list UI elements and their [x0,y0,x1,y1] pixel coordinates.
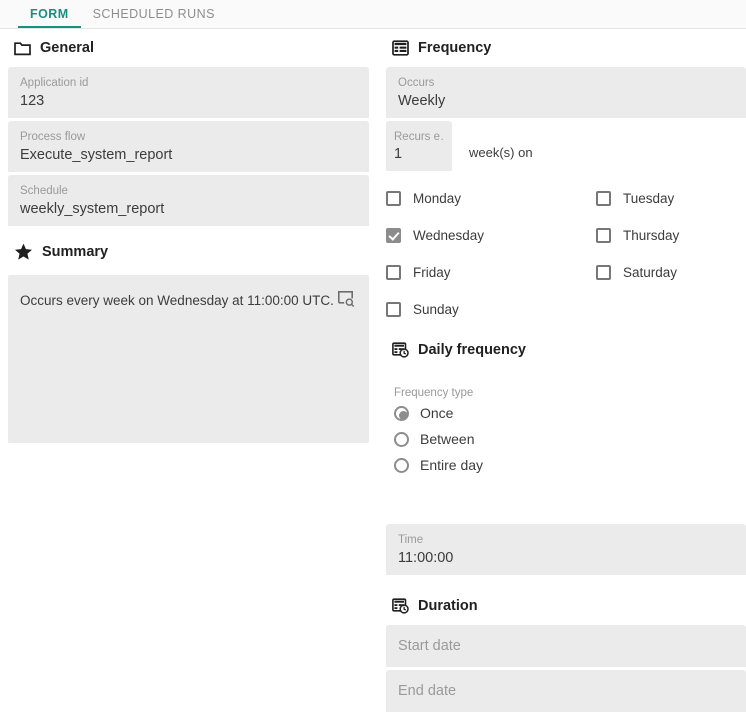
occurs-value: Weekly [398,93,446,109]
checkbox-friday-box[interactable] [386,265,401,280]
end-date-placeholder: End date [398,683,457,699]
application-id-value: 123 [20,93,45,109]
tab-scheduled-runs[interactable]: SCHEDULED RUNS [81,0,227,28]
application-id-label: Application id [20,77,89,89]
radio-entire-day-box[interactable] [394,457,409,473]
summary-text: Occurs every week on Wednesday at 11:00:… [20,293,334,308]
application-id-field[interactable]: Application id 123 [8,67,369,118]
recurs-every-label: Recurs e… [394,131,444,143]
schedule-clock-icon [392,598,409,614]
checkbox-tuesday[interactable]: Tuesday [596,191,746,206]
start-date-field[interactable]: Start date [386,625,746,667]
start-date-placeholder: Start date [398,638,461,654]
checkbox-sunday-box[interactable] [386,302,401,317]
radio-once[interactable]: Once [386,400,746,426]
time-value: 11:00:00 [398,550,454,566]
occurs-field[interactable]: Occurs Weekly [386,67,746,118]
end-date-field[interactable]: End date [386,670,746,712]
general-heading: General [40,40,94,56]
recurs-suffix-label: week(s) on [469,145,533,160]
table-icon [392,40,409,56]
recurs-every-field[interactable]: Recurs e… 1 [386,121,452,171]
checkbox-saturday-label: Saturday [623,265,678,280]
tab-bar: FORM SCHEDULED RUNS [0,0,746,29]
radio-between-label: Between [420,431,475,447]
checkbox-tuesday-box[interactable] [596,191,611,206]
form-body: General Application id 123 Process flow … [0,29,746,712]
right-column: Frequency Occurs Weekly Recurs e… 1 week… [386,29,746,715]
process-flow-value: Execute_system_report [20,147,173,163]
daily-frequency-heading: Daily frequency [418,342,526,358]
star-icon [14,243,33,261]
frequency-section-header: Frequency [386,29,746,67]
daily-frequency-section-header: Daily frequency [386,331,746,369]
process-flow-label: Process flow [20,131,86,143]
checkbox-friday-label: Friday [413,265,451,280]
summary-heading: Summary [42,244,109,260]
left-column: General Application id 123 Process flow … [8,29,369,443]
checkbox-tuesday-label: Tuesday [623,191,675,206]
checkbox-monday-label: Monday [413,191,462,206]
checkbox-monday-box[interactable] [386,191,401,206]
schedule-clock-icon [392,342,409,358]
duration-section-header: Duration [386,587,746,625]
checkbox-friday[interactable]: Friday [386,265,596,280]
radio-once-box[interactable] [394,405,409,421]
time-field[interactable]: Time 11:00:00 [386,524,746,575]
checkbox-thursday-box[interactable] [596,228,611,243]
time-label: Time [398,534,424,546]
checkbox-sunday[interactable]: Sunday [386,302,596,317]
checkbox-monday[interactable]: Monday [386,191,596,206]
folder-icon [14,41,31,56]
tab-scheduled-runs-label: SCHEDULED RUNS [92,7,215,21]
schedule-value: weekly_system_report [20,201,165,217]
checkbox-sunday-label: Sunday [413,302,459,317]
preview-search-icon[interactable] [337,290,355,313]
radio-once-label: Once [420,405,454,421]
checkbox-saturday-box[interactable] [596,265,611,280]
schedule-field[interactable]: Schedule weekly_system_report [8,175,369,226]
tab-form[interactable]: FORM [18,0,81,28]
frequency-type-label: Frequency type [394,387,474,399]
summary-section-header: Summary [8,233,369,271]
radio-entire-day[interactable]: Entire day [386,452,746,478]
day-checkbox-grid: Monday Tuesday Wednesday Thursday Friday… [386,191,746,317]
summary-box: Occurs every week on Wednesday at 11:00:… [8,275,369,443]
day-grid-spacer [596,302,746,317]
checkbox-wednesday[interactable]: Wednesday [386,228,596,243]
tab-form-label: FORM [30,7,69,21]
recurs-every-value: 1 [394,146,403,162]
duration-heading: Duration [418,598,478,614]
general-section-header: General [8,29,369,67]
radio-entire-day-label: Entire day [420,457,484,473]
occurs-label: Occurs [398,77,435,89]
process-flow-field[interactable]: Process flow Execute_system_report [8,121,369,172]
checkbox-thursday-label: Thursday [623,228,680,243]
checkbox-wednesday-label: Wednesday [413,228,485,243]
radio-between-box[interactable] [394,431,409,447]
checkbox-thursday[interactable]: Thursday [596,228,746,243]
frequency-heading: Frequency [418,40,492,56]
radio-between[interactable]: Between [386,426,746,452]
recurs-row: Recurs e… 1 week(s) on [386,121,746,171]
checkbox-wednesday-box[interactable] [386,228,401,243]
schedule-label: Schedule [20,185,68,197]
checkbox-saturday[interactable]: Saturday [596,265,746,280]
